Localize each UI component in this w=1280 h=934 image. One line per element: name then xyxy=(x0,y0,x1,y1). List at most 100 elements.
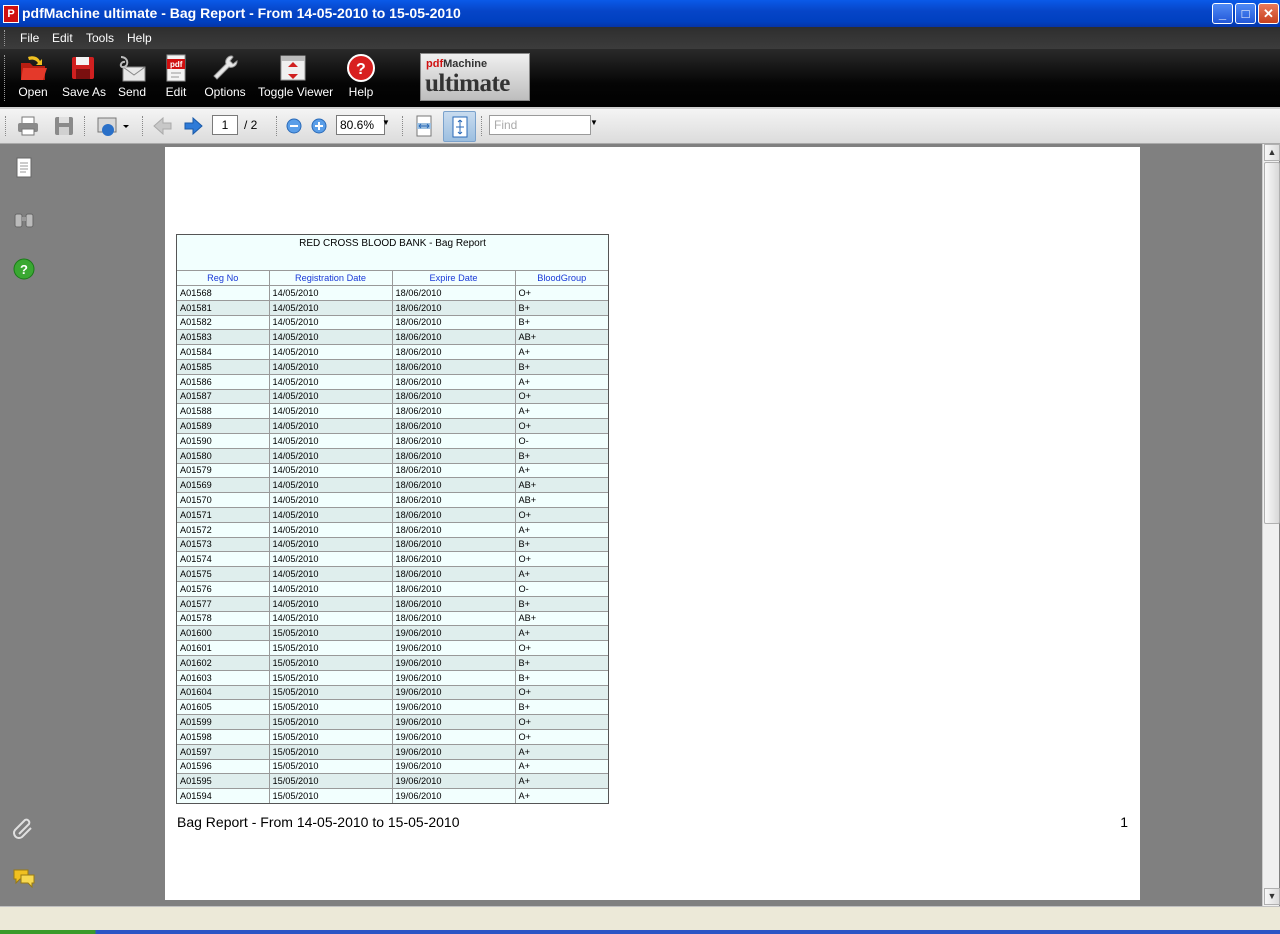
save-disk-icon[interactable] xyxy=(52,114,76,138)
window-title: pdfMachine ultimate - Bag Report - From … xyxy=(22,5,461,21)
cell-expire-date: 18/06/2010 xyxy=(392,329,516,346)
close-button[interactable]: ✕ xyxy=(1258,3,1279,24)
binoculars-icon[interactable] xyxy=(12,208,36,232)
cell-reg-no: A01579 xyxy=(177,463,270,479)
cell-registration-date: 15/05/2010 xyxy=(269,744,393,760)
comments-icon[interactable] xyxy=(12,866,36,890)
table-row: A01577 14/05/2010 18/06/2010 B+ xyxy=(177,596,608,612)
menu-edit[interactable]: Edit xyxy=(52,31,73,45)
viewer-separator xyxy=(481,116,485,136)
cell-expire-date: 18/06/2010 xyxy=(392,522,516,538)
cell-blood-group: A+ xyxy=(515,788,608,803)
table-row: A01568 14/05/2010 18/06/2010 O+ xyxy=(177,285,608,301)
find-input[interactable]: Find xyxy=(489,115,591,135)
taskbar-edge xyxy=(0,930,1280,934)
page-footer-text: Bag Report - From 14-05-2010 to 15-05-20… xyxy=(177,814,460,830)
cell-registration-date: 14/05/2010 xyxy=(269,403,393,420)
page-number-input[interactable]: 1 xyxy=(212,115,238,135)
options-button[interactable]: Options xyxy=(204,53,246,99)
zoom-in-icon[interactable] xyxy=(307,114,331,138)
table-row: A01585 14/05/2010 18/06/2010 B+ xyxy=(177,359,608,375)
cell-blood-group: O+ xyxy=(515,507,608,523)
cell-registration-date: 15/05/2010 xyxy=(269,640,393,656)
vertical-scrollbar[interactable]: ▲ ▼ xyxy=(1262,144,1280,906)
table-row: A01589 14/05/2010 18/06/2010 O+ xyxy=(177,418,608,434)
cell-expire-date: 19/06/2010 xyxy=(392,759,516,775)
scrollbar-thumb[interactable] xyxy=(1264,162,1280,524)
cell-expire-date: 18/06/2010 xyxy=(392,596,516,612)
cell-reg-no: A01581 xyxy=(177,300,270,316)
cell-reg-no: A01577 xyxy=(177,596,270,612)
cell-reg-no: A01601 xyxy=(177,640,270,656)
cell-expire-date: 18/06/2010 xyxy=(392,566,516,582)
cell-expire-date: 18/06/2010 xyxy=(392,463,516,479)
cell-blood-group: O- xyxy=(515,433,608,449)
print-icon[interactable] xyxy=(16,114,40,138)
email-dropdown-icon[interactable] xyxy=(96,114,130,138)
open-button[interactable]: Open xyxy=(16,53,50,99)
cell-registration-date: 14/05/2010 xyxy=(269,374,393,390)
scroll-up-icon[interactable]: ▲ xyxy=(1264,144,1280,161)
toggle-viewer-button[interactable]: Toggle Viewer xyxy=(258,53,333,99)
zoom-dropdown-arrow-icon[interactable]: ▼ xyxy=(382,118,390,127)
cell-reg-no: A01572 xyxy=(177,522,270,538)
cell-registration-date: 15/05/2010 xyxy=(269,699,393,716)
cell-blood-group: O+ xyxy=(515,640,608,656)
find-dropdown-arrow-icon[interactable]: ▼ xyxy=(590,118,598,127)
minimize-button[interactable]: _ xyxy=(1212,3,1233,24)
cell-registration-date: 14/05/2010 xyxy=(269,522,393,538)
fit-width-icon[interactable] xyxy=(412,114,436,138)
table-row: A01571 14/05/2010 18/06/2010 O+ xyxy=(177,507,608,523)
cell-expire-date: 19/06/2010 xyxy=(392,714,516,730)
cell-expire-date: 18/06/2010 xyxy=(392,492,516,508)
viewer-toolbar: 1 / 2 80.6% ▼ Find ▼ xyxy=(0,109,1280,144)
menu-tools[interactable]: Tools xyxy=(86,31,114,45)
cell-blood-group: A+ xyxy=(515,403,608,420)
cell-reg-no: A01604 xyxy=(177,685,270,701)
zoom-select[interactable]: 80.6% xyxy=(336,115,385,135)
previous-page-icon[interactable] xyxy=(150,114,174,138)
menu-help[interactable]: Help xyxy=(127,31,152,45)
send-label: Send xyxy=(117,85,147,99)
cell-expire-date: 18/06/2010 xyxy=(392,315,516,331)
cell-blood-group: A+ xyxy=(515,566,608,582)
help-label: Help xyxy=(348,85,374,99)
cell-reg-no: A01590 xyxy=(177,433,270,449)
edit-button[interactable]: pdf Edit xyxy=(160,53,192,99)
paperclip-icon[interactable] xyxy=(12,816,36,840)
zoom-out-icon[interactable] xyxy=(282,114,306,138)
pages-icon[interactable] xyxy=(12,156,36,180)
cell-blood-group: O+ xyxy=(515,551,608,568)
maximize-button[interactable]: □ xyxy=(1235,3,1256,24)
cell-reg-no: A01585 xyxy=(177,359,270,375)
title-bar: P pdfMachine ultimate - Bag Report - Fro… xyxy=(0,0,1280,27)
cell-registration-date: 14/05/2010 xyxy=(269,315,393,331)
table-header-row: Reg No Registration Date Expire Date Blo… xyxy=(177,271,608,286)
cell-registration-date: 14/05/2010 xyxy=(269,418,393,434)
help-button[interactable]: ? Help xyxy=(344,53,378,99)
cell-registration-date: 14/05/2010 xyxy=(269,596,393,612)
cell-reg-no: A01597 xyxy=(177,744,270,760)
save-as-button[interactable]: Save As xyxy=(62,53,106,99)
cell-blood-group: AB+ xyxy=(515,477,608,494)
help-circle-icon[interactable]: ? xyxy=(12,257,36,281)
send-button[interactable]: Send xyxy=(116,53,148,99)
scroll-down-icon[interactable]: ▼ xyxy=(1264,888,1280,905)
next-page-icon[interactable] xyxy=(182,114,206,138)
menu-file[interactable]: File xyxy=(20,31,39,45)
table-row: A01601 15/05/2010 19/06/2010 O+ xyxy=(177,640,608,656)
cell-registration-date: 15/05/2010 xyxy=(269,773,393,790)
cell-registration-date: 14/05/2010 xyxy=(269,463,393,479)
open-label: Open xyxy=(18,85,48,99)
cell-reg-no: A01580 xyxy=(177,448,270,464)
cell-registration-date: 15/05/2010 xyxy=(269,759,393,775)
cell-blood-group: B+ xyxy=(515,359,608,375)
fit-page-button[interactable] xyxy=(443,111,476,142)
table-row: A01575 14/05/2010 18/06/2010 A+ xyxy=(177,566,608,582)
cell-reg-no: A01568 xyxy=(177,285,270,301)
table-row: A01583 14/05/2010 18/06/2010 AB+ xyxy=(177,329,608,346)
cell-blood-group: A+ xyxy=(515,744,608,760)
table-row: A01594 15/05/2010 19/06/2010 A+ xyxy=(177,788,608,803)
floppy-disk-icon xyxy=(72,57,94,79)
column-header-registration-date: Registration Date xyxy=(269,271,393,286)
